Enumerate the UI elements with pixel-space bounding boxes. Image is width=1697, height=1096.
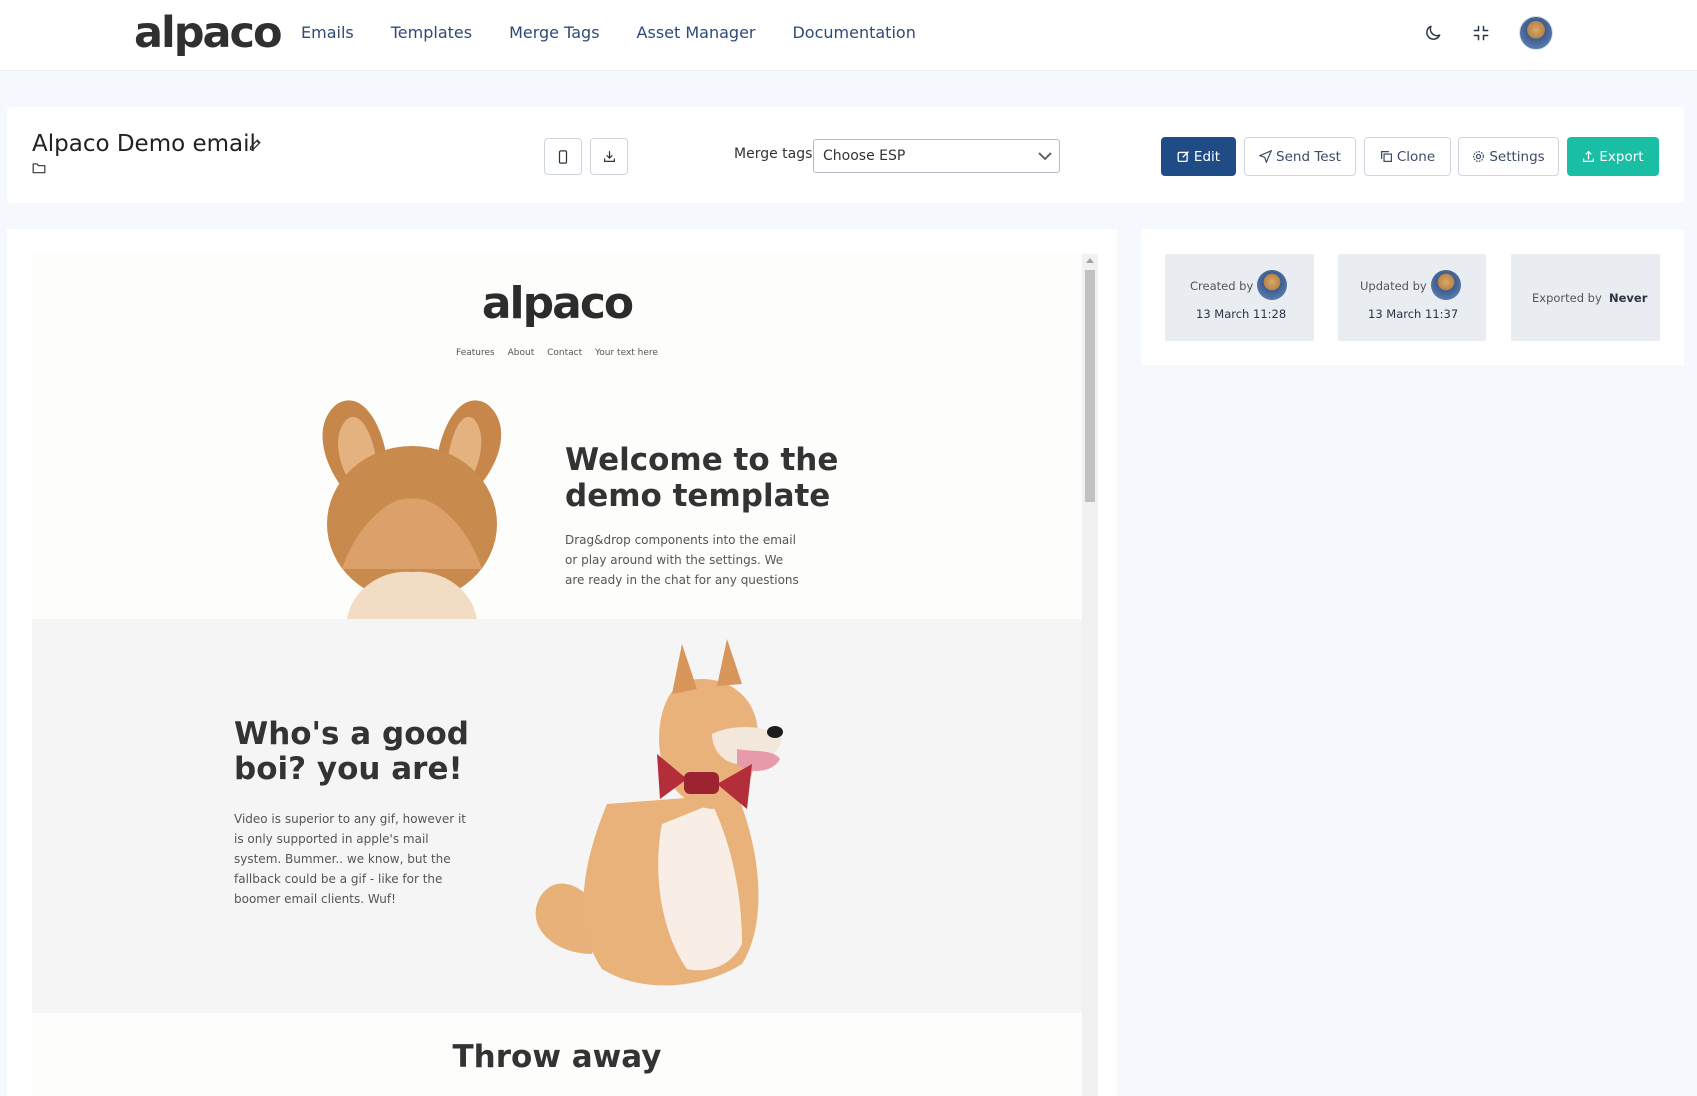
email-preview-frame[interactable]: alpaco Features About Contact Your text … bbox=[32, 254, 1082, 1096]
nav-item-documentation[interactable]: Documentation bbox=[792, 23, 915, 43]
created-by-box: Created by 13 March 11:28 bbox=[1165, 254, 1314, 341]
main-nav: Emails Templates Merge Tags Asset Manage… bbox=[301, 23, 953, 43]
dog-section-text: Video is superior to any gif, however it… bbox=[234, 812, 467, 906]
merge-tags-select[interactable]: Choose ESP bbox=[813, 139, 1060, 173]
collapse-icon[interactable] bbox=[1469, 21, 1493, 45]
throw-away-title: Throw away bbox=[452, 1039, 662, 1075]
alpaca-illustration bbox=[322, 400, 502, 619]
settings-label: Settings bbox=[1489, 148, 1545, 165]
top-navbar: alpaco Emails Templates Merge Tags Asset… bbox=[0, 0, 1697, 71]
brand-logo[interactable]: alpaco bbox=[134, 8, 283, 58]
settings-button[interactable]: Settings bbox=[1458, 137, 1559, 176]
export-button[interactable]: Export bbox=[1567, 137, 1659, 176]
email-nav-links: Features About Contact Your text here bbox=[32, 348, 1082, 358]
edit-label: Edit bbox=[1193, 148, 1221, 165]
hero-text: Drag&drop components into the email or p… bbox=[565, 533, 799, 587]
nav-item-asset-manager[interactable]: Asset Manager bbox=[637, 23, 756, 43]
clone-label: Clone bbox=[1396, 148, 1436, 165]
merge-tags-label: Merge tags: bbox=[734, 146, 818, 162]
email-link-features[interactable]: Features bbox=[456, 348, 495, 358]
scroll-up-arrow-icon[interactable] bbox=[1086, 258, 1094, 263]
email-header-card: Alpaco Demo email Merge tags: Choose ESP… bbox=[7, 107, 1684, 203]
email-logo: alpaco bbox=[481, 278, 634, 329]
user-avatar[interactable] bbox=[1519, 16, 1553, 50]
email-link-custom[interactable]: Your text here bbox=[595, 348, 658, 358]
dog-section-title: Who's a good boi? you are! bbox=[234, 716, 469, 787]
exported-value: Never bbox=[1609, 291, 1648, 305]
moon-icon[interactable] bbox=[1421, 21, 1445, 45]
updater-avatar bbox=[1431, 270, 1461, 300]
updated-date: 13 March 11:37 bbox=[1368, 307, 1459, 321]
pencil-icon[interactable] bbox=[248, 137, 263, 156]
email-link-contact[interactable]: Contact bbox=[547, 348, 582, 358]
updated-by-box: Updated by 13 March 11:37 bbox=[1338, 254, 1486, 341]
email-preview-card: alpaco Features About Contact Your text … bbox=[7, 229, 1117, 1096]
creator-avatar bbox=[1257, 270, 1287, 300]
edit-button[interactable]: Edit bbox=[1161, 137, 1236, 176]
hero-title: Welcome to the demo template bbox=[565, 442, 839, 514]
clone-button[interactable]: Clone bbox=[1364, 137, 1451, 176]
send-test-button[interactable]: Send Test bbox=[1244, 137, 1356, 176]
preview-scrollbar[interactable] bbox=[1082, 254, 1098, 1096]
gear-icon bbox=[1473, 151, 1485, 162]
exported-by-label: Exported by bbox=[1532, 291, 1602, 305]
shiba-dog-illustration bbox=[535, 639, 783, 986]
email-link-about[interactable]: About bbox=[508, 348, 535, 358]
merge-tags-value: Choose ESP bbox=[823, 148, 906, 164]
created-by-label: Created by bbox=[1190, 279, 1254, 293]
mobile-preview-button[interactable] bbox=[544, 138, 582, 175]
nav-item-emails[interactable]: Emails bbox=[301, 23, 354, 43]
download-button[interactable] bbox=[590, 138, 628, 175]
hero-section: Welcome to the demo template Drag&drop c… bbox=[32, 394, 1082, 619]
updated-by-label: Updated by bbox=[1360, 279, 1427, 293]
nav-item-merge-tags[interactable]: Merge Tags bbox=[509, 23, 599, 43]
upload-icon bbox=[1583, 150, 1595, 162]
exported-by-box: Exported by Never bbox=[1511, 254, 1660, 341]
export-label: Export bbox=[1599, 148, 1644, 165]
edit-icon bbox=[1177, 151, 1189, 163]
clone-icon bbox=[1380, 151, 1392, 162]
scroll-thumb[interactable] bbox=[1085, 270, 1095, 502]
top-icons bbox=[1397, 16, 1553, 50]
email-meta-card: Created by 13 March 11:28 Updated by 13 … bbox=[1141, 229, 1684, 365]
chevron-down-icon bbox=[1037, 148, 1053, 168]
email-title: Alpaco Demo email bbox=[32, 131, 256, 157]
folder-icon[interactable] bbox=[32, 159, 46, 178]
send-test-label: Send Test bbox=[1276, 148, 1341, 165]
dog-section: Who's a good boi? you are! Video is supe… bbox=[32, 619, 1082, 1013]
created-date: 13 March 11:28 bbox=[1196, 307, 1287, 321]
send-icon bbox=[1259, 150, 1273, 163]
nav-item-templates[interactable]: Templates bbox=[391, 23, 472, 43]
